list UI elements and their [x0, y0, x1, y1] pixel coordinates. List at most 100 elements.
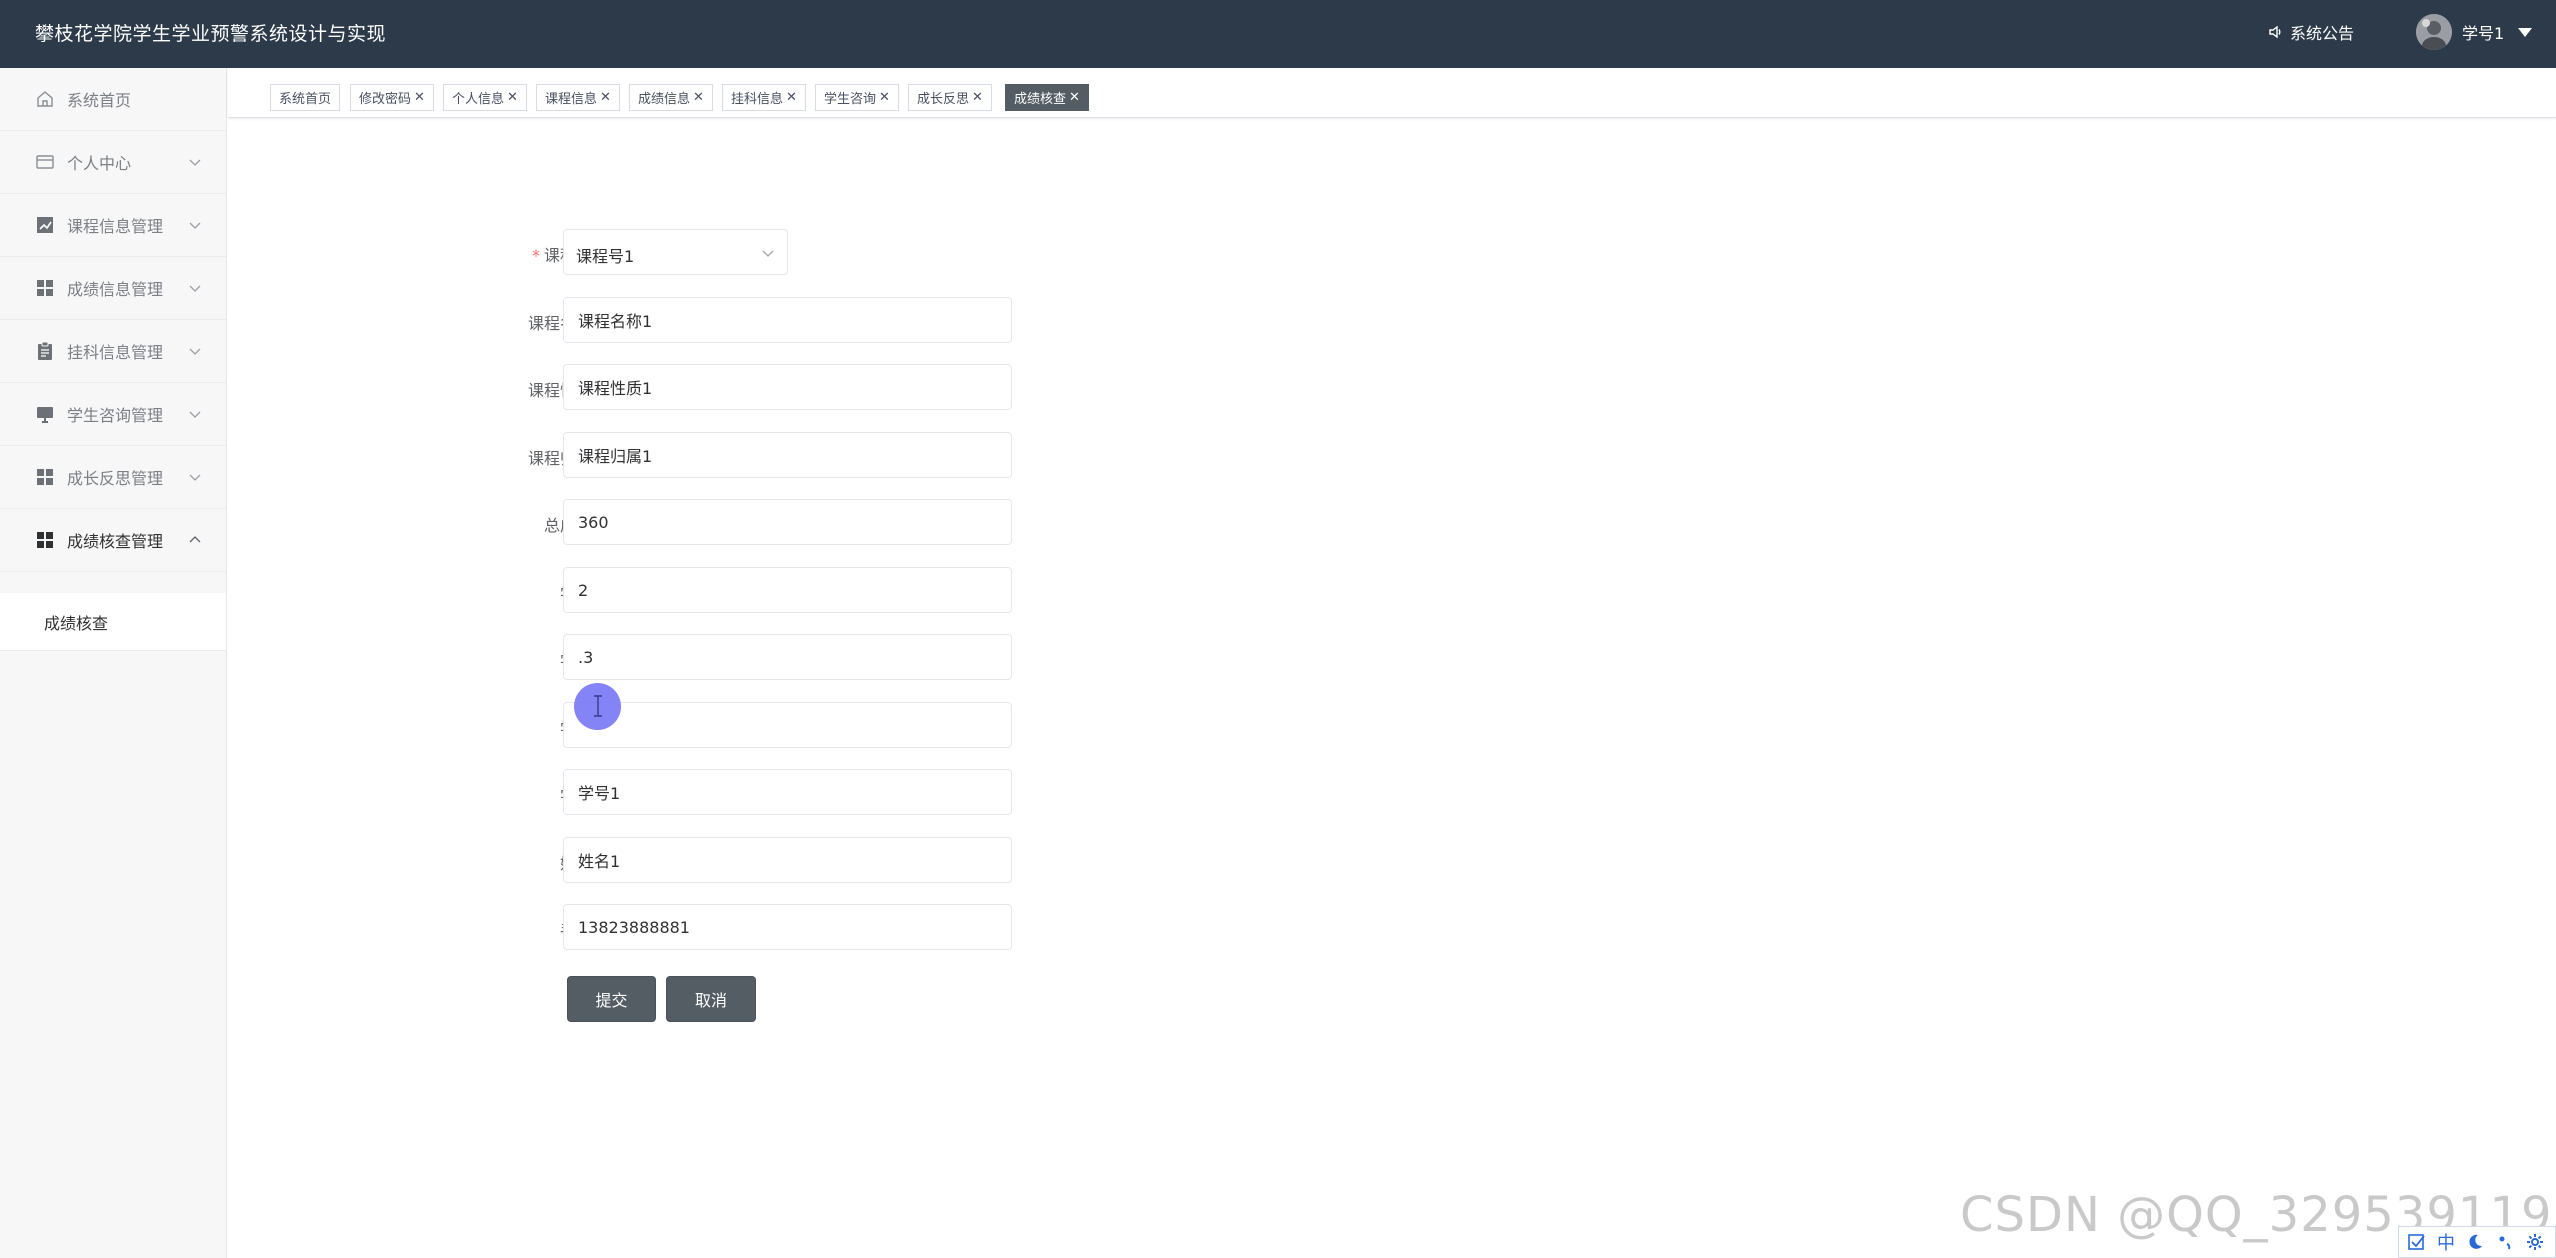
- tag-score-info[interactable]: 成绩信息 ✕: [629, 84, 713, 111]
- form-row-total-score: 总成绩: [440, 499, 1040, 545]
- total-score-input[interactable]: [563, 499, 1012, 545]
- id-card-icon: [36, 155, 54, 169]
- semester-input[interactable]: [563, 634, 1012, 680]
- student-name-input[interactable]: [563, 837, 1012, 883]
- moon-icon[interactable]: [2465, 1232, 2485, 1252]
- credit-input[interactable]: [563, 702, 1012, 748]
- top-header: 攀枝花学院学生学业预警系统设计与实现 系统公告 学号1: [0, 0, 2556, 68]
- tag-course-info[interactable]: 课程信息 ✕: [536, 84, 620, 111]
- sidebar-item-label: 个人中心: [67, 154, 132, 173]
- tags-view: 系统首页 修改密码 ✕ 个人信息 ✕ 课程信息 ✕ 成绩信息 ✕ 挂科信息 ✕ 学生咨询 ✕…: [228, 68, 2556, 118]
- avatar: [2416, 14, 2452, 50]
- text-cursor-icon: [594, 695, 602, 717]
- sidebar-item-label: 学生咨询管理: [67, 406, 164, 425]
- sidebar: 系统首页 个人中心 课程信息管理 成绩信息管理 挂科信息管理 学生咨询管理 成长…: [0, 68, 227, 1258]
- chevron-down-icon: [189, 159, 201, 166]
- ime-mode-label[interactable]: 中: [2437, 1229, 2455, 1255]
- clipboard-icon: [38, 341, 52, 360]
- chevron-down-icon: [189, 222, 201, 229]
- chevron-up-icon: [189, 536, 201, 543]
- tag-label: 成绩核查: [1014, 92, 1067, 107]
- tag-label: 挂科信息: [731, 92, 784, 107]
- checkbox-icon: [2408, 1234, 2425, 1250]
- tag-consult[interactable]: 学生咨询 ✕: [815, 84, 899, 111]
- sidebar-item-personal-center[interactable]: 个人中心: [0, 131, 226, 194]
- tag-personal-info[interactable]: 个人信息 ✕: [443, 84, 527, 111]
- close-icon[interactable]: ✕: [1069, 90, 1080, 105]
- caret-down-icon: [2518, 27, 2533, 37]
- tag-label: 修改密码: [359, 92, 412, 107]
- form-row-phone: 手机: [440, 904, 1040, 950]
- course-no-selected: 课程号1: [576, 247, 635, 266]
- close-icon[interactable]: ✕: [600, 90, 611, 105]
- required-mark: *: [531, 246, 540, 265]
- sidebar-item-fail-info[interactable]: 挂科信息管理: [0, 320, 226, 383]
- form-row-semester: 学期: [440, 634, 1040, 680]
- sidebar-item-label: 成绩信息管理: [67, 280, 164, 299]
- sidebar-item-label: 成长反思管理: [67, 469, 164, 488]
- submit-button[interactable]: 提交: [567, 976, 656, 1022]
- tag-change-password[interactable]: 修改密码 ✕: [350, 84, 434, 111]
- tag-label: 成绩信息: [638, 92, 691, 107]
- form-row-course-belong: 课程归属: [440, 432, 1040, 478]
- tag-label: 课程信息: [545, 92, 598, 107]
- cursor-highlight: [574, 683, 621, 730]
- user-name: 学号1: [2462, 24, 2505, 43]
- grid-icon: [37, 280, 53, 296]
- sidebar-item-label: 挂科信息管理: [67, 343, 164, 362]
- sidebar-item-label: 系统首页: [67, 91, 132, 110]
- ime-toolbar[interactable]: 中: [2398, 1226, 2556, 1258]
- close-icon[interactable]: ✕: [879, 90, 890, 105]
- close-icon[interactable]: ✕: [786, 90, 797, 105]
- app-title: 攀枝花学院学生学业预警系统设计与实现: [35, 23, 387, 45]
- tag-label: 成长反思: [917, 92, 970, 107]
- sidebar-item-consult[interactable]: 学生咨询管理: [0, 383, 226, 446]
- monitor-icon: [37, 407, 53, 423]
- school-year-input[interactable]: [563, 567, 1012, 613]
- punctuation-icon[interactable]: [2495, 1232, 2515, 1252]
- system-notice-link[interactable]: 系统公告: [2268, 20, 2354, 44]
- tag-label: 个人信息: [452, 92, 505, 107]
- user-menu[interactable]: 学号1: [2416, 14, 2533, 50]
- student-no-input[interactable]: [563, 769, 1012, 815]
- tag-score-check[interactable]: 成绩核查 ✕: [1005, 84, 1089, 111]
- chevron-down-icon: [762, 250, 774, 257]
- sidebar-item-label: 课程信息管理: [67, 217, 164, 236]
- close-icon[interactable]: ✕: [414, 90, 425, 105]
- speaker-icon: [2269, 25, 2281, 39]
- sidebar-item-score-check[interactable]: 成绩核查管理: [0, 509, 226, 572]
- cancel-button[interactable]: 取消: [666, 976, 756, 1022]
- tag-label: 学生咨询: [824, 92, 877, 107]
- grid-icon: [37, 469, 53, 485]
- course-belong-input[interactable]: [563, 432, 1012, 478]
- chevron-down-icon: [189, 285, 201, 292]
- form-row-school-year: 学年: [440, 567, 1040, 613]
- gear-icon[interactable]: [2525, 1232, 2545, 1252]
- form-row-student-no: 学号: [440, 769, 1040, 815]
- sidebar-item-home[interactable]: 系统首页: [0, 68, 226, 131]
- sidebar-subitem-score-check[interactable]: 成绩核查: [0, 593, 226, 651]
- chevron-down-icon: [189, 348, 201, 355]
- tag-home[interactable]: 系统首页: [270, 84, 341, 111]
- phone-input[interactable]: [563, 904, 1012, 950]
- form-row-course-name: 课程名称: [440, 297, 1040, 343]
- chevron-down-icon: [189, 474, 201, 481]
- close-icon[interactable]: ✕: [972, 90, 983, 105]
- close-icon[interactable]: ✕: [693, 90, 704, 105]
- sidebar-item-score-info[interactable]: 成绩信息管理: [0, 257, 226, 320]
- form-row-course-no: *课程号 课程号1: [440, 229, 1040, 275]
- chart-icon: [37, 217, 53, 233]
- course-name-input[interactable]: [563, 297, 1012, 343]
- form-row-student-name: 姓名: [440, 837, 1040, 883]
- course-nature-input[interactable]: [563, 364, 1012, 410]
- notice-label: 系统公告: [2290, 24, 2355, 43]
- course-no-select[interactable]: 课程号1: [563, 229, 788, 275]
- chevron-down-icon: [189, 411, 201, 418]
- form-row-course-nature: 课程性质: [440, 364, 1040, 410]
- sidebar-subitem-label: 成绩核查: [44, 613, 109, 633]
- close-icon[interactable]: ✕: [507, 90, 518, 105]
- sidebar-item-course-info[interactable]: 课程信息管理: [0, 194, 226, 257]
- sidebar-item-reflection[interactable]: 成长反思管理: [0, 446, 226, 509]
- tag-fail-info[interactable]: 挂科信息 ✕: [722, 84, 806, 111]
- tag-reflection[interactable]: 成长反思 ✕: [908, 84, 992, 111]
